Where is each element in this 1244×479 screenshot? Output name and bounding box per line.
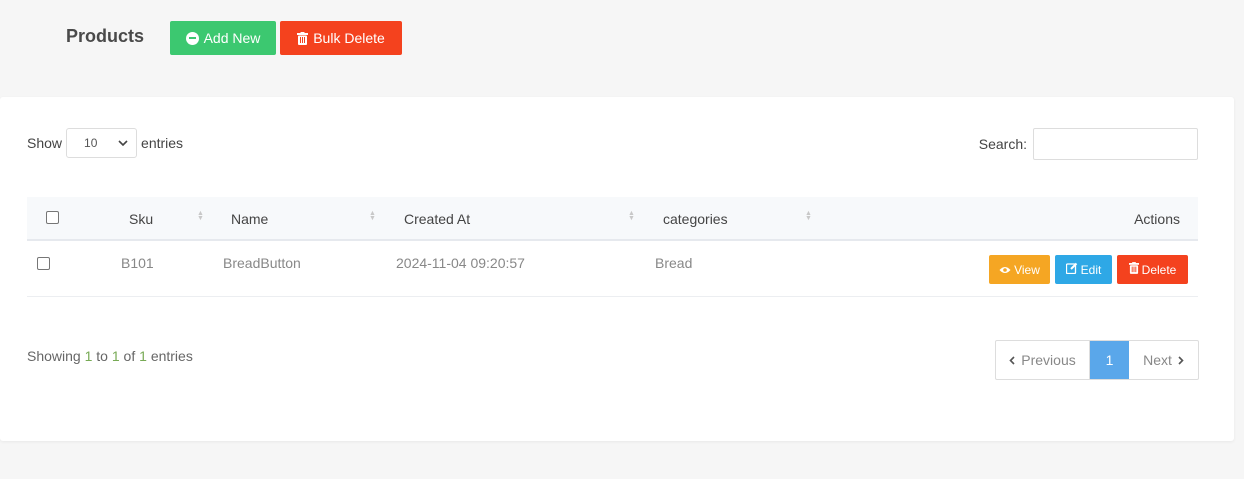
table-info: Showing 1 to 1 of 1 entries <box>27 348 193 364</box>
edit-icon <box>1065 262 1078 277</box>
column-header-created-at[interactable]: Created At <box>404 211 470 227</box>
trash-icon <box>1128 262 1139 277</box>
chevron-down-icon <box>118 138 128 149</box>
row-checkbox[interactable] <box>37 257 50 270</box>
table-header: Sku ▲ ▼ Name ▲ ▼ Created At ▲ ▼ categories … <box>27 197 1198 241</box>
pagination: Previous 1 Next <box>995 340 1199 380</box>
info-from: 1 <box>84 348 93 364</box>
next-label: Next <box>1143 352 1172 368</box>
cell-created-at: 2024-11-04 09:20:57 <box>396 255 525 271</box>
trash-icon <box>297 31 309 45</box>
add-new-label: Add New <box>203 30 261 46</box>
info-prefix: Showing <box>27 348 81 364</box>
page-title: Products <box>66 26 145 46</box>
page: Products Add New Bulk Delete Show 10 ent… <box>0 0 1244 479</box>
previous-label: Previous <box>1021 352 1076 368</box>
eye-icon <box>999 263 1011 277</box>
chevron-left-icon <box>1009 352 1015 368</box>
delete-label: Delete <box>1141 262 1177 277</box>
sort-icon: ▲ ▼ <box>369 210 376 222</box>
bulk-delete-button[interactable]: Bulk Delete <box>280 21 402 55</box>
column-header-actions: Actions <box>1134 211 1180 227</box>
page-size-control: Show 10 entries <box>27 128 183 158</box>
sort-icon: ▲ ▼ <box>628 210 635 222</box>
show-label: Show <box>27 135 63 151</box>
info-to-word: to <box>96 348 108 364</box>
sort-icon: ▲ ▼ <box>197 210 204 222</box>
info-suffix: entries <box>150 348 193 364</box>
chevron-right-icon <box>1178 352 1184 368</box>
view-label: View <box>1014 262 1040 277</box>
info-total: 1 <box>139 348 147 364</box>
sort-icon: ▲ ▼ <box>805 210 812 222</box>
search-input[interactable] <box>1033 128 1198 160</box>
page-size-select[interactable]: 10 <box>66 128 138 158</box>
cell-category: Bread <box>655 255 693 271</box>
info-to: 1 <box>111 348 120 364</box>
column-header-categories[interactable]: categories <box>663 211 728 227</box>
circle-minus-icon <box>185 31 199 45</box>
products-table: Sku ▲ ▼ Name ▲ ▼ Created At ▲ ▼ categories … <box>27 197 1198 297</box>
search-control: Search: <box>979 128 1198 160</box>
page-size-value: 10 <box>84 136 98 150</box>
previous-page-button[interactable]: Previous <box>996 341 1090 379</box>
column-header-sku[interactable]: Sku <box>129 211 153 227</box>
select-all-checkbox[interactable] <box>46 211 59 224</box>
cell-name: BreadButton <box>223 255 301 271</box>
edit-label: Edit <box>1080 262 1102 277</box>
entries-label: entries <box>141 135 184 151</box>
page-1-button[interactable]: 1 <box>1090 341 1129 379</box>
edit-button[interactable]: Edit <box>1055 255 1112 284</box>
delete-button[interactable]: Delete <box>1117 255 1188 284</box>
bulk-delete-label: Bulk Delete <box>313 30 385 46</box>
products-card: Show 10 entries Search: Sku ▲ ▼ Name ▲ ▼ C… <box>0 97 1234 441</box>
table-row: B101 BreadButton 2024-11-04 09:20:57 Bre… <box>27 241 1198 297</box>
next-page-button[interactable]: Next <box>1129 341 1198 379</box>
cell-sku: B101 <box>121 255 154 271</box>
add-new-button[interactable]: Add New <box>170 21 276 55</box>
info-of-word: of <box>123 348 136 364</box>
search-label: Search: <box>978 136 1027 152</box>
view-button[interactable]: View <box>989 255 1050 284</box>
column-header-name[interactable]: Name <box>231 211 268 227</box>
